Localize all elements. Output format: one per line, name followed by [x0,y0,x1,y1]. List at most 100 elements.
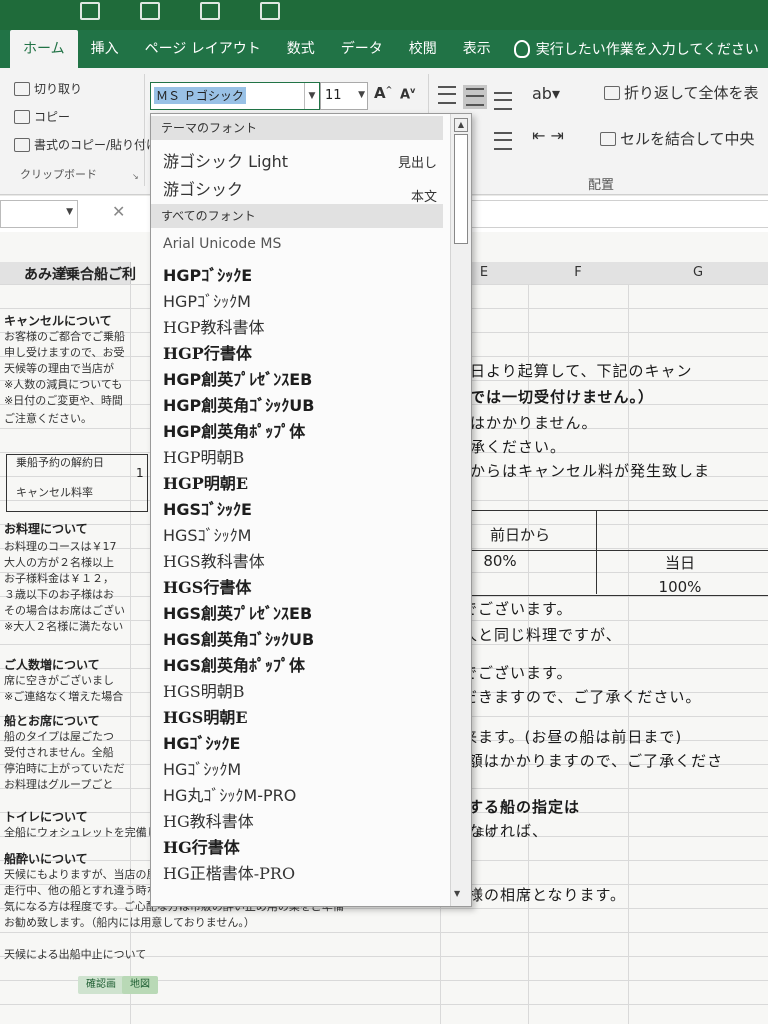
right-text-cell[interactable]: 前からはキャンセル料が発生致しま [454,460,710,481]
font-option[interactable]: HG教科書体 [163,808,254,832]
tab-data[interactable]: データ [328,30,396,68]
dialog-launcher-icon[interactable]: ↘ [132,172,139,181]
left-text-cell[interactable]: キャンセルについて [4,312,112,329]
align-middle-icon[interactable] [463,85,487,109]
font-option[interactable]: HGS明朝E [163,704,248,728]
font-size-select[interactable]: 11 ▼ [320,82,368,110]
left-text-cell[interactable]: 天候等の理由で当店が [4,360,114,376]
dropdown-scrollbar[interactable]: ▲ ▼ [450,114,471,906]
font-option[interactable]: HGｺﾞｼｯｸE [163,730,240,754]
indent-icon[interactable]: ⇤ ⇥ [532,126,564,145]
font-option[interactable]: HGｺﾞｼｯｸM [163,756,241,780]
scroll-thumb[interactable] [454,134,468,244]
tab-view[interactable]: 表示 [450,30,504,68]
left-text-cell[interactable]: ご注意ください。 [4,410,92,426]
undo-icon[interactable] [140,2,160,20]
left-text-cell[interactable]: お料理のコースは￥17 [4,538,116,554]
chevron-down-icon[interactable]: ▼ [358,90,365,100]
left-text-cell[interactable]: その場合はお席はござい [4,602,125,618]
left-text-cell[interactable]: 停泊時に上がっていただ [4,760,124,776]
name-box[interactable]: ▼ [0,200,78,228]
right-text-cell[interactable]: ルでは一切受付けません。） [454,386,654,407]
left-text-cell[interactable]: ※人数の減員についても [4,376,122,392]
print-icon[interactable] [260,2,280,20]
left-text-cell[interactable]: ３歳以下のお子様はお [4,586,114,602]
font-option[interactable]: Arial Unicode MS [163,236,281,252]
tab-formulas[interactable]: 数式 [274,30,328,68]
sheet-title-cell[interactable]: あみ達乗合船ご利 [24,264,136,284]
left-text-cell[interactable]: 天候による出船中止について [4,946,146,962]
align-bottom-icon[interactable] [494,92,512,110]
font-option[interactable]: HGS明朝B [163,678,244,702]
cut-button[interactable]: 切り取り [14,80,82,97]
font-dropdown-list[interactable]: テーマのフォント 游ゴシック Light 見出し 游ゴシック 本文 すべてのフォ… [150,113,472,907]
align-right-icon[interactable] [494,132,512,150]
tell-me-box[interactable]: 実行したい作業を入力してください [513,39,759,59]
decrease-font-size-icon[interactable]: Av [400,86,415,102]
orientation-icon[interactable]: ab▾ [532,84,560,103]
align-top-icon[interactable] [438,86,456,104]
font-option[interactable]: HGSｺﾞｼｯｸM [163,522,251,546]
left-text-cell[interactable]: お客様のご都合でご乗船 [4,328,125,344]
save-icon[interactable] [80,2,100,20]
tab-home[interactable]: ホーム [10,30,78,68]
font-option[interactable]: HGP創英ﾌﾟﾚｾﾞﾝｽEB [163,366,312,390]
left-text-cell[interactable]: ※日付のご変更や、時間 [4,392,123,408]
font-option[interactable]: 游ゴシック Light [163,148,288,172]
font-option[interactable]: HGSｺﾞｼｯｸE [163,496,252,520]
scroll-down-icon[interactable]: ▼ [454,889,460,898]
left-text-cell[interactable]: 船とお席について [4,712,100,729]
column-header-g[interactable]: G [628,262,768,285]
font-option[interactable]: HGPｺﾞｼｯｸE [163,262,252,286]
merge-center-button[interactable]: セルを結合して中央 [600,128,755,149]
font-option[interactable]: HGP創英角ﾎﾟｯﾌﾟ体 [163,418,305,442]
left-text-cell[interactable]: 大人の方が２名様以上 [4,554,114,570]
left-text-cell[interactable]: 受付されません。全船 [4,744,114,760]
font-option[interactable]: HGP創英角ｺﾞｼｯｸUB [163,392,314,416]
font-option[interactable]: HG正楷書体-PRO [163,860,295,884]
font-option[interactable]: HGS教科書体 [163,548,265,572]
font-option[interactable]: HGPｺﾞｼｯｸM [163,288,251,312]
font-option[interactable]: HG行書体 [163,834,240,858]
left-text-cell[interactable]: ※ご連絡なく増えた場合 [4,688,123,704]
font-option[interactable]: HGS創英角ｺﾞｼｯｸUB [163,626,314,650]
left-text-cell[interactable]: 船酔いについて [4,850,88,867]
left-text-cell[interactable]: 申し受けますので、お受 [4,344,125,360]
left-text-cell[interactable]: 船のタイプは屋ごたつ [4,728,114,744]
redo-icon[interactable] [200,2,220,20]
sheet-tab[interactable]: 確認画 [78,976,124,994]
chevron-down-icon[interactable]: ▼ [66,207,73,217]
left-text-cell[interactable]: トイレについて [4,808,88,825]
font-option[interactable]: HGP明朝B [163,444,244,468]
wrap-text-button[interactable]: 折り返して全体を表 [604,82,759,103]
left-text-cell[interactable]: ※大人２名様に満たない [4,618,123,634]
tab-review[interactable]: 校閲 [396,30,450,68]
right-text-cell[interactable]: 金はかかりません。 [454,412,598,433]
right-text-cell[interactable]: 定日より起算して、下記のキャン [454,360,693,381]
font-option[interactable]: HGS行書体 [163,574,251,598]
cancel-icon[interactable]: ✕ [112,202,125,221]
font-option[interactable]: HG丸ｺﾞｼｯｸM-PRO [163,782,296,806]
scroll-up-icon[interactable]: ▲ [454,118,468,132]
formula-input[interactable] [440,200,768,228]
format-painter-button[interactable]: 書式のコピー/貼り付け [14,136,158,153]
copy-button[interactable]: コピー [14,108,70,125]
tab-insert[interactable]: 挿入 [78,30,132,68]
chevron-down-icon[interactable]: ▼ [304,83,319,109]
tab-page-layout[interactable]: ページ レイアウト [132,30,274,68]
increase-font-size-icon[interactable]: A^ [374,84,392,102]
left-text-cell[interactable]: お料理はグループごと [4,776,113,792]
left-text-cell[interactable]: ご人数増について [4,656,100,673]
font-name-select[interactable]: ＭＳ Ｐゴシック ▼ [150,82,320,110]
font-option[interactable]: HGP明朝E [163,470,248,494]
tab-file[interactable] [0,30,10,68]
left-text-cell[interactable]: お料理について [4,520,88,537]
left-text-cell[interactable]: お勧め致します。（船内には用意しておりません。） [4,914,255,930]
font-option[interactable]: HGS創英ﾌﾟﾚｾﾞﾝｽEB [163,600,312,624]
left-text-cell[interactable]: お子様料金は￥１２， [4,570,114,586]
font-option[interactable]: HGS創英角ﾎﾟｯﾌﾟ体 [163,652,305,676]
column-header-f[interactable]: F [528,262,629,285]
font-option[interactable]: HGP行書体 [163,340,252,364]
sheet-tab[interactable]: 地図 [122,976,158,994]
font-option[interactable]: HGP教科書体 [163,314,265,338]
